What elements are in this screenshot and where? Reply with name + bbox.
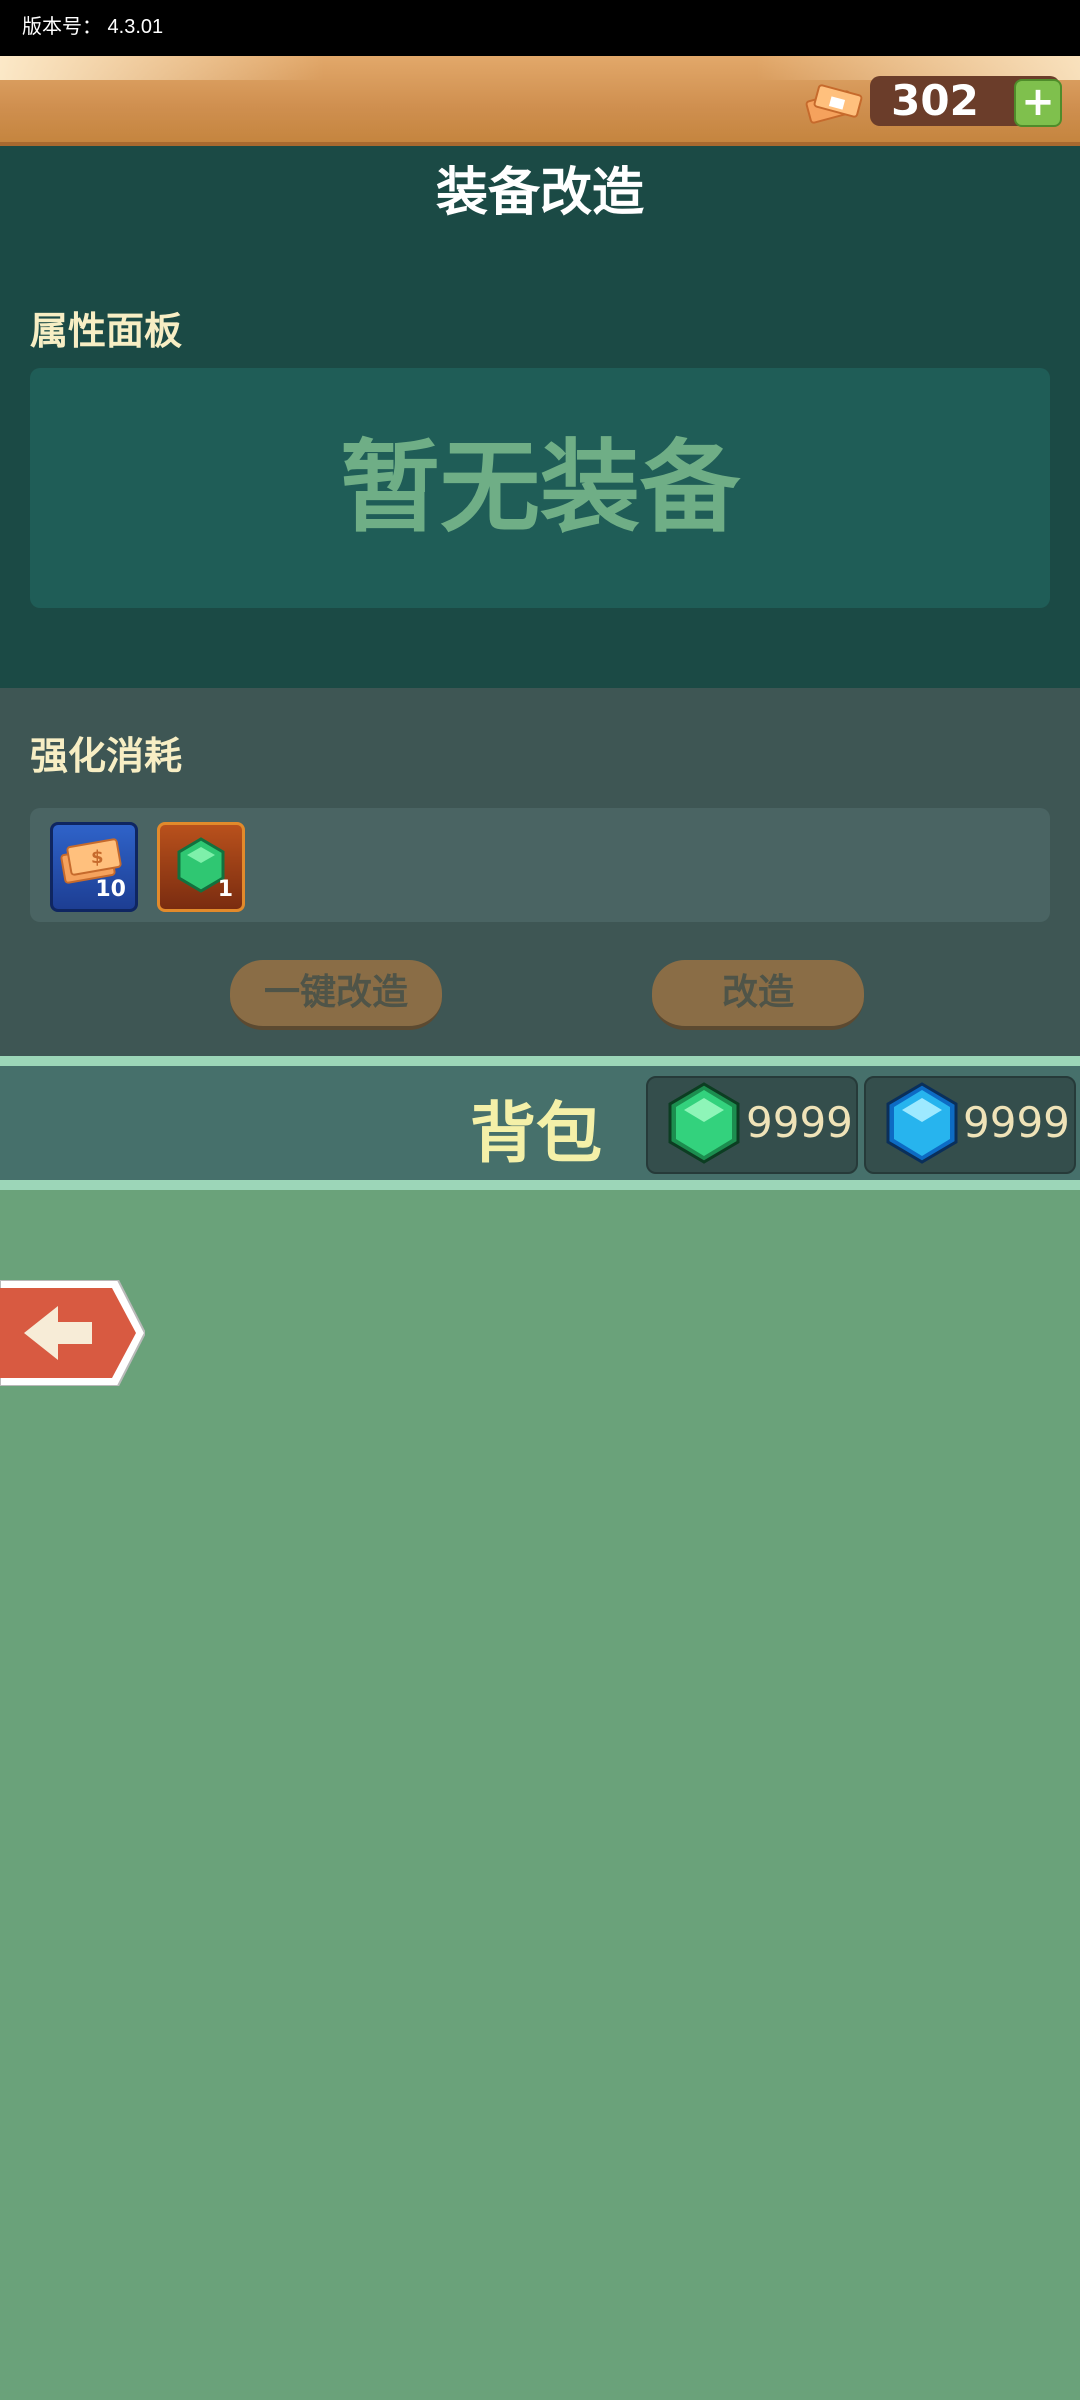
cost-gem-count: 1 (217, 877, 233, 902)
attribute-panel-title: 属性面板 (30, 309, 183, 353)
money-icon (805, 84, 863, 124)
currency-value: 302 (891, 76, 979, 125)
bag-title: 背包 (470, 1095, 602, 1172)
version-label: 版本号： 4.3.01 (22, 16, 164, 38)
svg-text:$: $ (91, 847, 104, 868)
one-click-modify-button[interactable]: 一键改造 (230, 960, 442, 1030)
no-equipment-text: 暂无装备 (340, 429, 740, 546)
green-gem-icon (668, 1082, 740, 1164)
blue-gem-count: 9999 (963, 1098, 1070, 1147)
green-gem-count: 9999 (746, 1098, 853, 1147)
page-title: 装备改造 (435, 163, 644, 223)
upgrade-cost-title: 强化消耗 (30, 734, 183, 778)
back-button[interactable] (0, 1280, 145, 1386)
modify-button[interactable]: 改造 (652, 960, 864, 1030)
cost-money-count: 10 (95, 877, 126, 902)
add-currency-button[interactable]: + (1014, 79, 1062, 127)
blue-gem-icon (886, 1082, 958, 1164)
